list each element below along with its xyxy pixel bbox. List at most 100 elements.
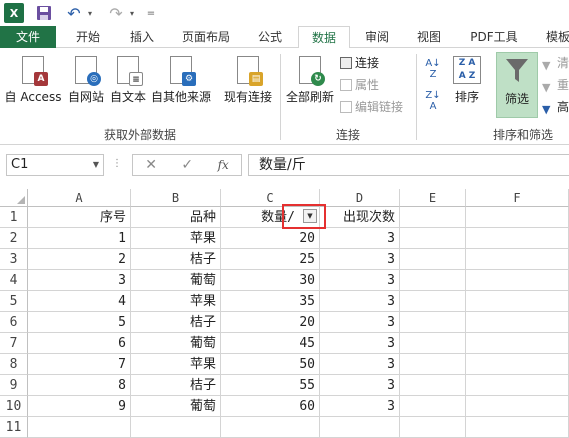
table-cell[interactable]: 苹果 [131, 228, 221, 249]
table-cell[interactable] [466, 228, 569, 249]
name-box-dropdown-icon[interactable]: ▼ [93, 155, 99, 175]
table-cell[interactable]: 葡萄 [131, 270, 221, 291]
table-cell[interactable]: 出现次数 [320, 207, 400, 228]
tab-view[interactable]: 视图 [406, 26, 452, 48]
table-cell[interactable]: 3 [320, 396, 400, 417]
table-cell[interactable] [221, 417, 320, 438]
table-cell[interactable]: 3 [320, 228, 400, 249]
tab-pdf-tools[interactable]: PDF工具 [462, 26, 526, 48]
name-box[interactable]: C1 ▼ [6, 154, 104, 176]
cancel-icon[interactable]: ✕ [145, 157, 157, 173]
table-cell[interactable] [400, 354, 466, 375]
table-cell[interactable] [400, 291, 466, 312]
table-cell[interactable]: 20 [221, 312, 320, 333]
formula-bar-grip-icon[interactable]: ⋮ [112, 158, 122, 169]
row-header[interactable]: 5 [0, 291, 28, 312]
sort-ascending-button[interactable]: A↓ Z [422, 58, 444, 80]
table-cell[interactable] [400, 249, 466, 270]
redo-dropdown-icon[interactable]: ▾ [128, 3, 136, 23]
customize-quick-access-icon[interactable]: = [146, 3, 156, 23]
clear-filter-button[interactable]: ▼ 清 [542, 54, 569, 72]
properties-button[interactable]: 属性 [340, 76, 379, 94]
connections-button[interactable]: 连接 [340, 54, 379, 72]
tab-file[interactable]: 文件 [0, 26, 56, 48]
column-header-d[interactable]: D [320, 189, 400, 207]
table-cell[interactable]: 4 [28, 291, 131, 312]
table-cell[interactable] [466, 207, 569, 228]
tab-page-layout[interactable]: 页面布局 [172, 26, 240, 48]
from-web-button[interactable]: ◎ 自网站 [64, 56, 108, 105]
edit-links-button[interactable]: 编辑链接 [340, 98, 403, 116]
column-header-e[interactable]: E [400, 189, 466, 207]
column-header-b[interactable]: B [131, 189, 221, 207]
row-header[interactable]: 1 [0, 207, 28, 228]
table-cell[interactable]: 苹果 [131, 354, 221, 375]
table-cell[interactable] [466, 291, 569, 312]
undo-icon[interactable]: ↶ [66, 3, 82, 23]
existing-connections-button[interactable]: ▤ 现有连接 [220, 56, 276, 105]
table-cell[interactable] [400, 375, 466, 396]
table-cell[interactable]: 3 [320, 291, 400, 312]
undo-dropdown-icon[interactable]: ▾ [86, 3, 94, 23]
row-header[interactable]: 9 [0, 375, 28, 396]
table-cell[interactable] [400, 312, 466, 333]
save-icon[interactable] [36, 3, 52, 23]
advanced-filter-button[interactable]: ▼ 高 [542, 98, 569, 116]
select-all-corner[interactable] [0, 189, 28, 207]
table-cell[interactable]: 55 [221, 375, 320, 396]
table-cell[interactable]: 3 [320, 375, 400, 396]
row-header[interactable]: 8 [0, 354, 28, 375]
table-cell[interactable]: 2 [28, 249, 131, 270]
table-cell[interactable]: 桔子 [131, 312, 221, 333]
table-cell[interactable]: 序号 [28, 207, 131, 228]
table-cell[interactable] [400, 396, 466, 417]
table-cell[interactable]: 9 [28, 396, 131, 417]
table-cell[interactable]: 20 [221, 228, 320, 249]
tab-insert[interactable]: 插入 [118, 26, 166, 48]
table-cell[interactable]: 桔子 [131, 249, 221, 270]
table-cell[interactable]: 3 [320, 249, 400, 270]
table-cell[interactable] [466, 396, 569, 417]
tab-home[interactable]: 开始 [64, 26, 112, 48]
from-other-sources-button[interactable]: ⚙ 自其他来源 [148, 56, 214, 105]
table-cell[interactable] [466, 312, 569, 333]
row-header[interactable]: 10 [0, 396, 28, 417]
table-cell[interactable]: 3 [320, 270, 400, 291]
reapply-button[interactable]: ▼ 重 [542, 76, 569, 94]
row-header[interactable]: 4 [0, 270, 28, 291]
table-cell[interactable] [466, 333, 569, 354]
redo-icon[interactable]: ↷ [108, 3, 124, 23]
table-cell[interactable]: 30 [221, 270, 320, 291]
row-header[interactable]: 7 [0, 333, 28, 354]
table-cell[interactable] [400, 270, 466, 291]
table-cell[interactable]: 7 [28, 354, 131, 375]
table-cell[interactable] [466, 375, 569, 396]
table-cell[interactable]: 葡萄 [131, 396, 221, 417]
column-header-f[interactable]: F [466, 189, 569, 207]
table-cell[interactable]: 50 [221, 354, 320, 375]
sort-button[interactable]: Z AA Z 排序 [450, 56, 484, 105]
table-cell[interactable] [400, 417, 466, 438]
tab-formulas[interactable]: 公式 [248, 26, 292, 48]
column-header-a[interactable]: A [28, 189, 131, 207]
enter-icon[interactable]: ✓ [181, 157, 193, 173]
table-cell[interactable]: 葡萄 [131, 333, 221, 354]
table-cell[interactable]: 桔子 [131, 375, 221, 396]
table-cell[interactable]: 35 [221, 291, 320, 312]
filter-button[interactable]: 筛选 [496, 52, 538, 118]
table-cell[interactable]: 6 [28, 333, 131, 354]
formula-input[interactable]: 数量/斤 [248, 154, 569, 176]
table-cell[interactable] [28, 417, 131, 438]
from-access-button[interactable]: A 自 Access [4, 56, 62, 105]
table-cell[interactable] [466, 417, 569, 438]
table-cell[interactable]: 品种 [131, 207, 221, 228]
table-cell[interactable]: 60 [221, 396, 320, 417]
table-cell[interactable] [400, 333, 466, 354]
table-cell[interactable]: 3 [28, 270, 131, 291]
table-cell[interactable] [320, 417, 400, 438]
row-header[interactable]: 11 [0, 417, 28, 438]
table-cell[interactable]: 1 [28, 228, 131, 249]
table-cell[interactable]: 45 [221, 333, 320, 354]
table-cell[interactable]: 5 [28, 312, 131, 333]
table-cell[interactable] [466, 270, 569, 291]
